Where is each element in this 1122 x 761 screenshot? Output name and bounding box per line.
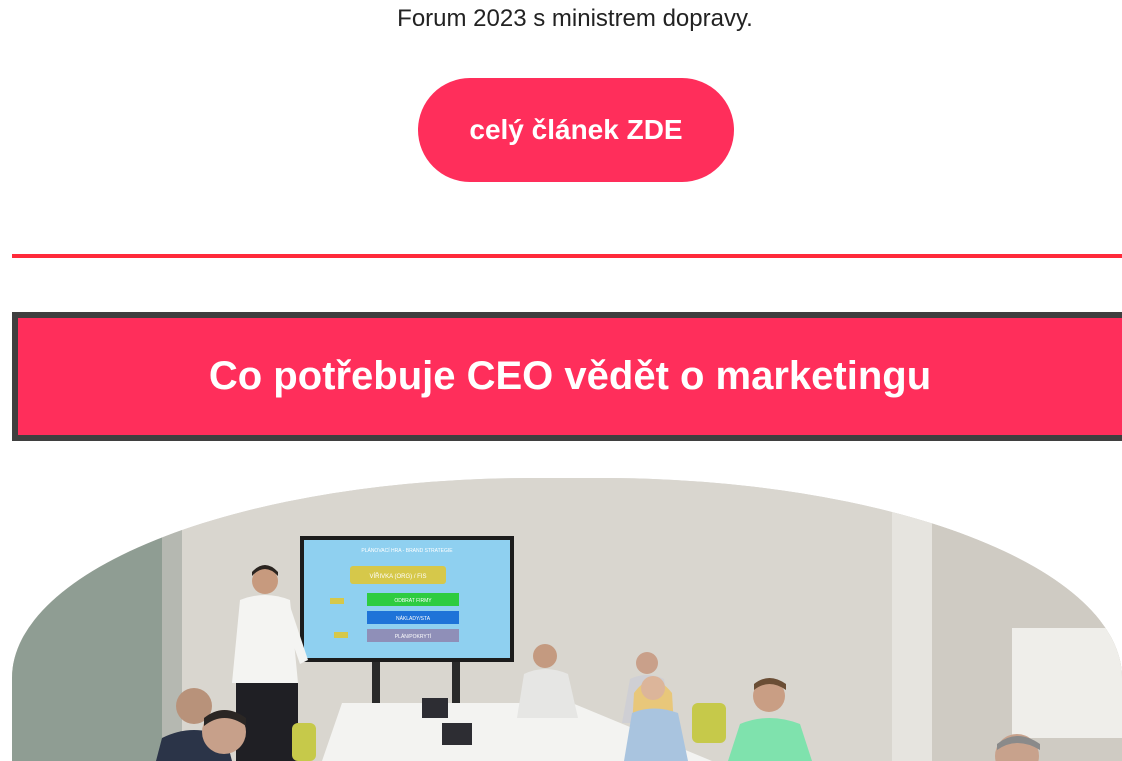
attendee-shirt-3 (624, 708, 688, 761)
read-article-button[interactable]: celý článek ZDE (418, 78, 734, 182)
tv-button-2-label: NÁKLADY/STA (396, 615, 431, 622)
chair-1 (692, 703, 726, 743)
chair-2 (292, 723, 316, 761)
tv-button-3-label: PLÁN/POKRYTÍ (395, 633, 432, 640)
newsletter-page: Forum 2023 s ministrem dopravy. celý člá… (0, 0, 1122, 761)
attendee-head-1 (533, 644, 557, 668)
laptop (422, 698, 448, 718)
attendee-head-3 (641, 676, 665, 700)
wall-pillar (892, 478, 932, 761)
tv-marker-1 (330, 598, 344, 604)
whiteboard (1012, 628, 1122, 738)
tv-button-1-label: ODBRAT FIRMY (394, 598, 432, 604)
meeting-photo-illustration: PLÁNOVACÍ HRA - BRAND STRATEGIE VÍŘIVKA … (12, 478, 1122, 761)
tv-banner-text: VÍŘIVKA (ORG) / FIS (369, 572, 426, 580)
section-title: Co potřebuje CEO vědět o marketingu (208, 354, 932, 398)
glass-frame (162, 478, 182, 761)
section-divider (12, 254, 1122, 258)
section-header: Co potřebuje CEO vědět o marketingu (12, 312, 1122, 441)
meeting-photo: PLÁNOVACÍ HRA - BRAND STRATEGIE VÍŘIVKA … (12, 478, 1122, 761)
glass-wall (12, 478, 162, 761)
tv-marker-2 (334, 632, 348, 638)
attendee-shirt-4 (728, 718, 812, 761)
intro-text: Forum 2023 s ministrem dopravy. (397, 5, 753, 32)
attendee-head-2 (636, 652, 658, 674)
presenter-shirt (232, 595, 298, 683)
laptop-2 (442, 723, 472, 745)
tv-screen-title: PLÁNOVACÍ HRA - BRAND STRATEGIE (361, 547, 453, 554)
